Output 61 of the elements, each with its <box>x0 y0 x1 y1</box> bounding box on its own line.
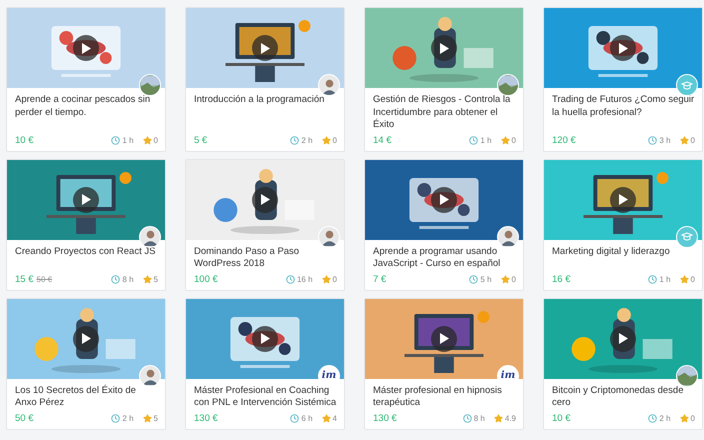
course-duration: 8 h <box>474 414 485 422</box>
course-price: 15 € <box>15 274 34 284</box>
course-title: Los 10 Secretos del Éxito de Anxo Pérez <box>15 384 137 410</box>
course-price: 130 € <box>373 412 397 424</box>
course-card[interactable]: Marketing digital y liderazgo 16 € 1 h 0 <box>543 158 703 290</box>
course-card[interactable]: im Máster Profesional en Coaching con PNL e Intervención Sistémica 130 € 6 h 4 <box>185 298 345 430</box>
course-card[interactable]: Creando Proyectos con React JS 15 € 50 € 8 h 5 <box>6 158 166 290</box>
course-price: 50 € <box>15 412 34 424</box>
course-duration: 1 h <box>122 136 134 144</box>
course-title: Introducción a la programación <box>194 94 326 106</box>
course-title: Gestión de Riesgos - Controla la Incertidumbre para obtener el Éxito <box>373 94 512 132</box>
course-title: Dominando Paso a Paso WordPress 2018 <box>194 246 300 270</box>
course-price: 14 € <box>373 134 392 146</box>
course-title: Trading de Futuros ¿Como seguir la huella profesional? <box>552 94 695 119</box>
course-title: Marketing digital y liderazgo <box>552 246 671 258</box>
course-title: Aprende a cocinar pescados sin perder el tiempo. <box>15 94 152 119</box>
course-rating: 5 <box>154 414 158 422</box>
old-price: 50 € <box>36 274 52 284</box>
course-rating: 0 <box>154 136 158 144</box>
course-price: 10 € <box>15 134 34 146</box>
course-title: Aprende a programar usando JavaScript - Curso en español <box>373 246 502 270</box>
course-title: Máster profesional en hipnosis terapéutica <box>373 384 503 410</box>
course-duration: 8 h <box>122 274 134 284</box>
course-rating: 0 <box>690 136 695 144</box>
course-price: 7 € <box>373 274 386 284</box>
course-card[interactable]: Bitcoin y Criptomonedas desde cero 10 € 2 h 0 <box>543 298 703 430</box>
course-price: 100 € <box>194 274 218 284</box>
course-rating: 0 <box>690 414 695 422</box>
course-duration: 5 h <box>480 274 492 284</box>
course-rating: 4.9 <box>504 414 516 422</box>
course-card[interactable]: Aprende a programar usando JavaScript - Curso en español 7 € 5 h 0 <box>364 158 524 290</box>
course-duration: 16 h <box>296 274 313 284</box>
course-title: Máster Profesional en Coaching con PNL e Intervención Sistémica <box>194 384 337 410</box>
course-title: Creando Proyectos con React JS <box>15 246 156 258</box>
course-card[interactable]: Dominando Paso a Paso WordPress 2018 100 € 16 h 0 <box>185 158 345 290</box>
course-rating: 0 <box>332 274 337 284</box>
course-duration: 2 h <box>659 414 671 422</box>
course-duration: 1 h <box>480 136 492 144</box>
course-rating: 0 <box>690 274 695 284</box>
course-duration: 2 h <box>301 136 313 144</box>
course-rating: 0 <box>332 136 337 144</box>
course-rating: 4 <box>332 414 337 422</box>
course-price: 5 € <box>194 134 208 146</box>
course-card[interactable]: im Máster profesional en hipnosis terapéutica 130 € 8 h 4.9 <box>364 298 524 430</box>
course-card[interactable]: Introducción a la programación 5 € 2 h 0 <box>185 7 345 152</box>
course-duration: 6 h <box>301 414 313 422</box>
course-card[interactable]: Aprende a cocinar pescados sin perder el tiempo. 10 € 1 h 0 <box>6 7 166 152</box>
course-card[interactable]: Gestión de Riesgos - Controla la Incertidumbre para obtener el Éxito 14 € 1 h 0 <box>364 7 524 152</box>
course-rating: 0 <box>512 274 516 284</box>
course-price: 10 € <box>552 412 570 424</box>
course-price: 16 € <box>552 274 570 284</box>
course-card[interactable]: Trading de Futuros ¿Como seguir la huella profesional? 120 € 3 h 0 <box>543 7 703 152</box>
course-duration: 2 h <box>122 414 134 422</box>
course-title: Bitcoin y Criptomonedas desde cero <box>552 384 684 410</box>
course-price: 120 € <box>552 134 576 146</box>
course-rating: 5 <box>154 274 158 284</box>
course-price: 130 € <box>194 412 218 424</box>
course-rating: 0 <box>512 136 516 144</box>
course-card[interactable]: Los 10 Secretos del Éxito de Anxo Pérez 50 € 2 h 5 <box>6 298 166 430</box>
course-duration: 1 h <box>659 274 671 284</box>
course-duration: 3 h <box>659 136 671 144</box>
